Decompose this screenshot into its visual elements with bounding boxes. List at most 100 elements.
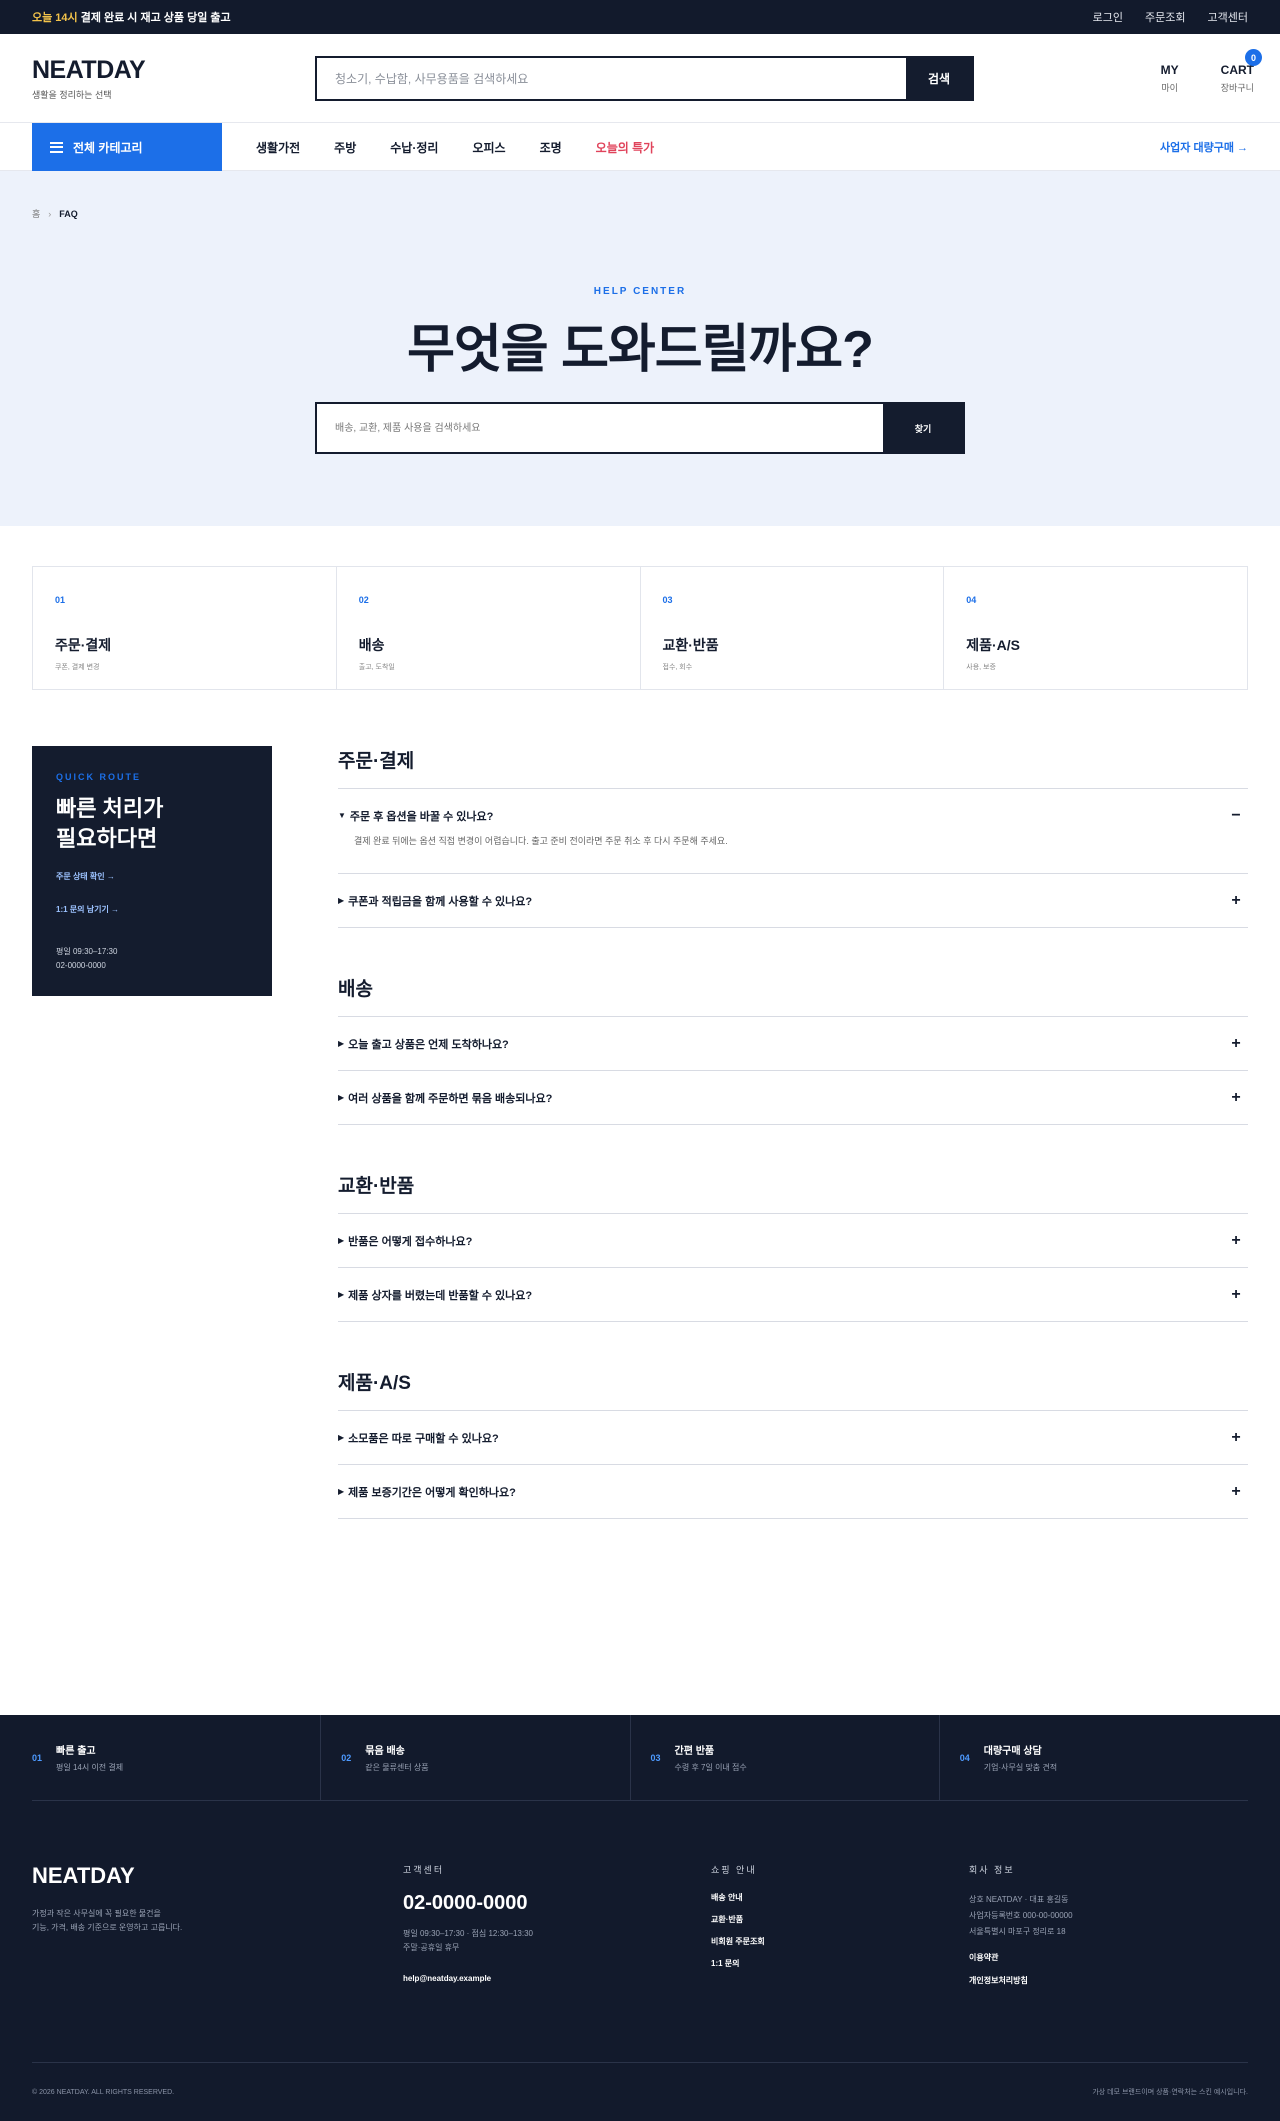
faq-item: ▶ 제품 보증기간은 어떻게 확인하나요? + [338, 1465, 1248, 1519]
privacy-link[interactable]: 개인정보처리방침 [969, 1975, 1248, 1986]
feature-sub: 기업·사무실 맞춤 견적 [983, 1763, 1058, 1772]
footer-link-inquiry[interactable]: 1:1 문의 [711, 1958, 969, 1969]
faq-search-button[interactable]: 찾기 [883, 404, 963, 452]
faq-search-bar: 찾기 [315, 402, 965, 454]
faq-list: 주문·결제 ▼ 주문 후 옵션을 바꿀 수 있나요? − 결제 완료 뒤에는 옵션… [338, 746, 1248, 1565]
footer-logo[interactable]: NEATDAY [32, 1863, 403, 1889]
menu-icon [50, 141, 63, 153]
quick-title-line: 필요하다면 [56, 825, 158, 851]
caret-down-icon: ▼ [338, 811, 346, 820]
feature-title: 묶음 배송 [365, 1746, 405, 1757]
cart-count-badge: 0 [1245, 49, 1262, 66]
footer-desc-line: 가정과 작은 사무실에 꼭 필요한 물건을 [32, 1909, 161, 1918]
faq-question: 제품 보증기간은 어떻게 확인하나요? [348, 1486, 516, 1499]
my-page-button[interactable]: MY 마이 [1161, 63, 1179, 94]
bulk-purchase-link[interactable]: 사업자 대량구매 → [1160, 139, 1248, 155]
caret-right-icon: ▶ [338, 1039, 345, 1048]
my-label: MY [1160, 63, 1179, 77]
faq-question-toggle[interactable]: ▶ 여러 상품을 함께 주문하면 묶음 배송되나요? + [338, 1071, 1244, 1124]
page-title: 무엇을 도와드릴까요? [407, 321, 874, 379]
faq-question: 제품 상자를 버렸는데 반품할 수 있나요? [348, 1289, 533, 1302]
card-number: 02 [358, 595, 369, 605]
caret-right-icon: ▶ [338, 1487, 345, 1496]
cart-button[interactable]: CART 장바구니 0 [1221, 49, 1262, 94]
faq-section-title: 주문·결제 [338, 746, 1248, 789]
feature-item: 03 간편 반품 수령 후 7일 이내 접수 [631, 1715, 940, 1800]
faq-item: ▼ 주문 후 옵션을 바꿀 수 있나요? − 결제 완료 뒤에는 옵션 직접 변경… [338, 789, 1248, 874]
breadcrumb-home[interactable]: 홈 [32, 207, 40, 220]
breadcrumb-separator: › [48, 208, 52, 219]
feature-number: 04 [959, 1752, 970, 1763]
login-link[interactable]: 로그인 [1093, 9, 1123, 25]
card-sub: 쿠폰, 결제 변경 [55, 664, 100, 671]
faq-item: ▶ 쿠폰과 적립금을 함께 사용할 수 있나요? + [338, 874, 1248, 928]
shipping-notice: 오늘 14시 결제 완료 시 재고 상품 당일 출고 [32, 9, 231, 25]
plus-icon[interactable]: + [1228, 892, 1244, 910]
plus-icon[interactable]: + [1228, 1035, 1244, 1053]
feature-title: 간편 반품 [674, 1746, 715, 1757]
faq-question: 주문 후 옵션을 바꿀 수 있나요? [349, 810, 494, 823]
nav-item-office[interactable]: 오피스 [472, 139, 505, 156]
plus-icon[interactable]: + [1228, 1483, 1244, 1501]
plus-icon[interactable]: + [1228, 1232, 1244, 1250]
category-card-order[interactable]: 01 주문·결제 쿠폰, 결제 변경 [33, 567, 337, 689]
faq-question-toggle[interactable]: ▶ 오늘 출고 상품은 언제 도착하나요? + [338, 1017, 1244, 1070]
my-sub: 마이 [1161, 83, 1178, 93]
nav-item-deal[interactable]: 오늘의 특가 [596, 139, 655, 156]
faq-item: ▶ 소모품은 따로 구매할 수 있나요? + [338, 1411, 1248, 1465]
faq-item: ▶ 여러 상품을 함께 주문하면 묶음 배송되나요? + [338, 1071, 1248, 1125]
top-bar: 오늘 14시 결제 완료 시 재고 상품 당일 출고 로그인 주문조회 고객센터 [0, 0, 1280, 34]
category-card-delivery[interactable]: 02 배송 출고, 도착일 [337, 567, 641, 689]
category-card-product[interactable]: 04 제품·A/S 사용, 보증 [944, 567, 1247, 689]
quick-hours: 평일 09:30–17:30 [56, 947, 118, 957]
faq-answer: 결제 완료 뒤에는 옵션 직접 변경이 어렵습니다. 출고 준비 전이라면 주문… [354, 836, 728, 846]
faq-question: 반품은 어떻게 접수하나요? [348, 1235, 473, 1248]
nav-item-kitchen[interactable]: 주방 [334, 139, 356, 156]
all-category-button[interactable]: 전체 카테고리 [32, 123, 222, 171]
faq-question: 오늘 출고 상품은 언제 도착하나요? [348, 1038, 509, 1051]
plus-icon[interactable]: + [1228, 1089, 1244, 1107]
faq-question-toggle[interactable]: ▶ 소모품은 따로 구매할 수 있나요? + [338, 1411, 1244, 1464]
minus-icon[interactable]: − [1228, 807, 1244, 825]
guide-heading: 쇼핑 안내 [711, 1865, 757, 1875]
feature-number: 01 [32, 1752, 43, 1763]
faq-search-input[interactable] [317, 404, 883, 452]
plus-icon[interactable]: + [1228, 1429, 1244, 1447]
faq-section-product: 제품·A/S ▶ 소모품은 따로 구매할 수 있나요? + ▶ 제품 보증기간은 어… [338, 1368, 1248, 1519]
inquiry-link[interactable]: 1:1 문의 남기기 → [56, 904, 248, 915]
customer-center-link[interactable]: 고객센터 [1208, 9, 1248, 25]
faq-question: 쿠폰과 적립금을 함께 사용할 수 있나요? [348, 895, 533, 908]
nav-item-appliance[interactable]: 생활가전 [256, 139, 300, 156]
category-card-return[interactable]: 03 교환·반품 접수, 회수 [641, 567, 945, 689]
faq-section-title: 제품·A/S [338, 1368, 1248, 1411]
logo-block[interactable]: NEATDAY 생활을 정리하는 선택 [32, 56, 315, 101]
hero-section: 홈 › FAQ HELP CENTER 무엇을 도와드릴까요? 찾기 [0, 171, 1280, 526]
footer-link-guest-order[interactable]: 비회원 주문조회 [711, 1936, 969, 1947]
logo[interactable]: NEATDAY [32, 56, 315, 85]
feature-number: 02 [341, 1752, 352, 1763]
faq-question-toggle[interactable]: ▶ 쿠폰과 적립금을 함께 사용할 수 있나요? + [338, 874, 1244, 927]
cs-email[interactable]: help@neatday.example [403, 1974, 711, 1983]
cs-phone[interactable]: 02-0000-0000 [403, 1892, 711, 1915]
faq-question-toggle[interactable]: ▶ 제품 보증기간은 어떻게 확인하나요? + [338, 1465, 1244, 1518]
search-input[interactable] [317, 58, 906, 99]
feature-title: 빠른 출고 [56, 1746, 96, 1757]
nav-item-lighting[interactable]: 조명 [540, 139, 562, 156]
notice-text: 결제 완료 시 재고 상품 당일 출고 [77, 12, 231, 24]
plus-icon[interactable]: + [1228, 1286, 1244, 1304]
faq-question-toggle[interactable]: ▶ 반품은 어떻게 접수하나요? + [338, 1214, 1244, 1267]
terms-link[interactable]: 이용약관 [969, 1952, 1248, 1963]
card-title: 제품·A/S [966, 637, 1021, 653]
quick-route-panel: QUICK ROUTE 빠른 처리가 필요하다면 주문 상태 확인 → 1:1 문… [32, 746, 272, 996]
faq-question-toggle[interactable]: ▶ 제품 상자를 버렸는데 반품할 수 있나요? + [338, 1268, 1244, 1321]
search-button[interactable]: 검색 [906, 58, 972, 99]
order-status-link[interactable]: 주문 상태 확인 → [56, 871, 248, 882]
faq-question: 여러 상품을 함께 주문하면 묶음 배송되나요? [348, 1092, 553, 1105]
nav-item-storage[interactable]: 수납·정리 [390, 139, 438, 156]
footer-link-delivery[interactable]: 배송 안내 [711, 1892, 969, 1903]
order-lookup-link[interactable]: 주문조회 [1145, 9, 1185, 25]
site-footer: 01 빠른 출고 평일 14시 이전 결제 02 묶음 배송 같은 물류센터 상품 … [0, 1715, 1280, 2121]
footer-link-return[interactable]: 교환·반품 [711, 1914, 969, 1925]
feature-sub: 수령 후 7일 이내 접수 [674, 1763, 747, 1772]
quick-title-line: 빠른 처리가 [56, 796, 164, 821]
